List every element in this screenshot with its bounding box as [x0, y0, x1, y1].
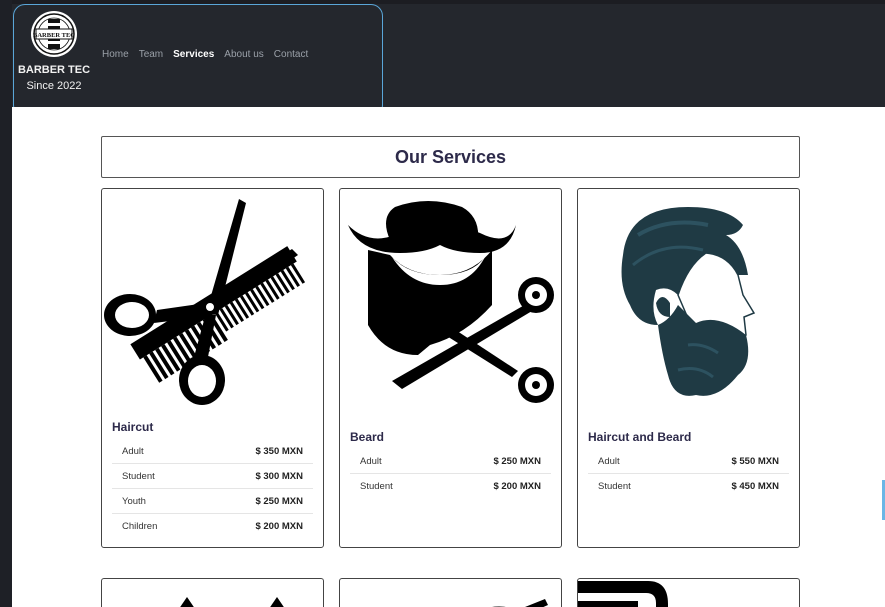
price-row: Youth $ 250 MXN [112, 489, 313, 514]
price-label: Children [122, 521, 158, 532]
service-icon-partial [180, 597, 284, 607]
price-label: Student [598, 481, 631, 492]
price-value: $ 300 MXN [255, 471, 303, 482]
bearded-man-profile-icon [621, 207, 756, 396]
price-row: Student $ 450 MXN [588, 474, 789, 499]
nav-home-link[interactable]: Home [102, 49, 129, 60]
barber-logo-icon: BARBER TEC [31, 11, 77, 57]
price-row: Student $ 300 MXN [112, 464, 313, 489]
price-value: $ 350 MXN [255, 446, 303, 457]
window-left-edge [0, 0, 12, 607]
price-label: Adult [360, 456, 382, 467]
card-title: Beard [350, 430, 385, 444]
brand[interactable]: BARBER TEC BARBER TEC Since 2022 [14, 10, 94, 94]
logo-text: BARBER TEC [33, 32, 75, 39]
price-label: Student [122, 471, 155, 482]
services-page: Our Services Haircut Adult $ 350 MXN Stu… [12, 107, 885, 607]
price-row: Adult $ 250 MXN [350, 449, 551, 474]
main-nav: Home Team Services About us Contact [102, 49, 318, 60]
price-value: $ 250 MXN [493, 456, 541, 467]
service-card-beard: Beard Adult $ 250 MXN Student $ 200 MXN [339, 188, 562, 548]
price-row: Student $ 200 MXN [350, 474, 551, 499]
price-table: Adult $ 250 MXN Student $ 200 MXN [350, 449, 551, 499]
beard-scissors-icon [348, 201, 554, 403]
scissors-comb-icon [104, 199, 306, 405]
price-label: Adult [598, 456, 620, 467]
nav-team-link[interactable]: Team [139, 49, 163, 60]
service-card-partial [339, 578, 562, 607]
brand-since: Since 2022 [26, 80, 82, 92]
page-title: Our Services [101, 136, 800, 178]
service-card-partial [101, 578, 324, 607]
nav-contact-link[interactable]: Contact [274, 49, 308, 60]
price-value: $ 550 MXN [731, 456, 779, 467]
card-title: Haircut [112, 420, 154, 434]
price-label: Youth [122, 496, 146, 507]
price-label: Student [360, 481, 393, 492]
brand-name: BARBER TEC [17, 64, 91, 76]
service-icon-partial [492, 599, 548, 607]
price-row: Adult $ 350 MXN [112, 439, 313, 464]
price-value: $ 250 MXN [255, 496, 303, 507]
nav-about-link[interactable]: About us [224, 49, 263, 60]
service-icon-partial [578, 581, 668, 607]
price-table: Adult $ 350 MXN Student $ 300 MXN Youth … [112, 439, 313, 539]
nav-services-link[interactable]: Services [173, 49, 214, 60]
service-card-haircut-and-beard: Haircut and Beard Adult $ 550 MXN Studen… [577, 188, 800, 548]
price-value: $ 200 MXN [255, 521, 303, 532]
price-label: Adult [122, 446, 144, 457]
price-value: $ 200 MXN [493, 481, 541, 492]
price-value: $ 450 MXN [731, 481, 779, 492]
price-row: Children $ 200 MXN [112, 514, 313, 539]
price-table: Adult $ 550 MXN Student $ 450 MXN [588, 449, 789, 499]
card-title: Haircut and Beard [588, 430, 692, 444]
service-card-haircut: Haircut Adult $ 350 MXN Student $ 300 MX… [101, 188, 324, 548]
service-card-partial [577, 578, 800, 607]
price-row: Adult $ 550 MXN [588, 449, 789, 474]
